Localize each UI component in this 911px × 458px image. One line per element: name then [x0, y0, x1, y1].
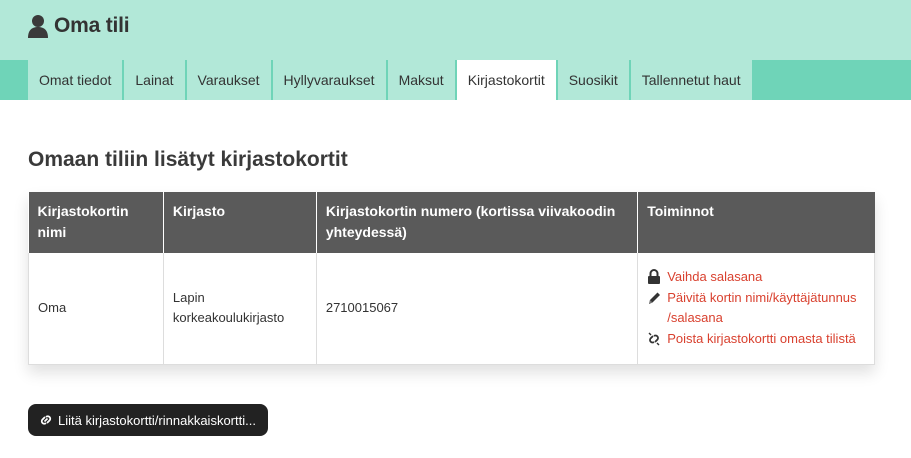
- card-name-cell: Oma: [28, 253, 164, 365]
- card-library-cell: Lapin korkeakoulukirjasto: [163, 253, 317, 365]
- add-library-card-button[interactable]: Liitä kirjastokortti/rinnakkaiskortti...: [28, 404, 268, 436]
- tab-varaukset[interactable]: Varaukset: [186, 60, 273, 100]
- pencil-icon: [649, 292, 661, 305]
- action-list: Vaihda salasana Päivitä kortin nimi/käyt…: [647, 267, 865, 349]
- column-header-number: Kirjastokortin numero (kortissa viivakoo…: [316, 192, 639, 253]
- tab-kirjastokortit[interactable]: Kirjastokortit: [456, 60, 558, 100]
- update-card-label: Päivitä kortin nimi/käyttäjätunnus /sala…: [667, 290, 857, 326]
- remove-card-label: Poista kirjastokortti omasta tilistä: [667, 331, 856, 347]
- lock-icon: [648, 269, 661, 285]
- page-title: Oma tili: [54, 14, 130, 37]
- unlink-icon: [648, 332, 660, 346]
- update-card-link[interactable]: Päivitä kortin nimi/käyttäjätunnus /sala…: [647, 288, 865, 328]
- link-icon: [40, 415, 52, 425]
- tab-tallennetut-haut[interactable]: Tallennetut haut: [630, 60, 754, 100]
- column-header-actions: Toiminnot: [637, 192, 875, 253]
- table-header-row: Kirjastokortin nimi Kirjasto Kirjastokor…: [28, 192, 875, 253]
- change-password-link[interactable]: Vaihda salasana: [647, 267, 865, 287]
- section-title: Omaan tiliin lisätyt kirjastokortit: [28, 148, 348, 171]
- remove-card-link[interactable]: Poista kirjastokortti omasta tilistä: [647, 329, 865, 349]
- tab-omat-tiedot[interactable]: Omat tiedot: [28, 60, 125, 100]
- add-library-card-label: Liitä kirjastokortti/rinnakkaiskortti...: [58, 412, 256, 428]
- tab-row: Omat tiedot Lainat Varaukset Hyllyvarauk…: [28, 60, 754, 100]
- header-title-group: Oma tili: [27, 14, 130, 38]
- tab-lainat[interactable]: Lainat: [124, 60, 187, 100]
- change-password-label: Vaihda salasana: [667, 269, 763, 285]
- tab-maksut[interactable]: Maksut: [387, 60, 457, 100]
- user-icon: [28, 15, 48, 38]
- tab-hyllyvaraukset[interactable]: Hyllyvaraukset: [272, 60, 388, 100]
- column-header-library: Kirjasto: [163, 192, 317, 253]
- column-header-name: Kirjastokortin nimi: [28, 192, 164, 253]
- library-cards-table: Kirjastokortin nimi Kirjasto Kirjastokor…: [28, 192, 875, 365]
- card-number-cell: 2710015067: [316, 253, 639, 365]
- tab-suosikit[interactable]: Suosikit: [557, 60, 631, 100]
- table-row: Oma Lapin korkeakoulukirjasto 2710015067…: [28, 253, 875, 365]
- card-actions-cell: Vaihda salasana Päivitä kortin nimi/käyt…: [637, 253, 875, 365]
